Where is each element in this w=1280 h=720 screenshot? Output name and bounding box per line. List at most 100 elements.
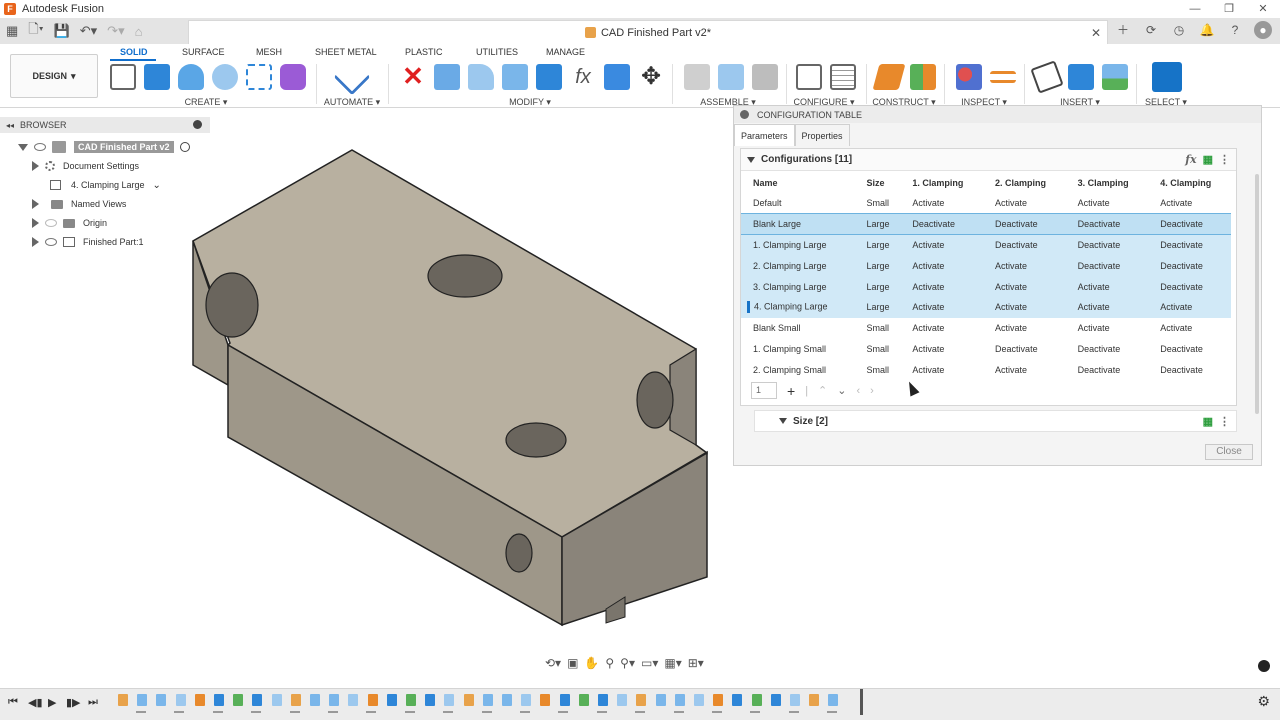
orbit-icon[interactable]: ⟲▾ (545, 656, 561, 670)
dialog-scrollbar[interactable] (1255, 174, 1259, 414)
timeline-feature-icon[interactable] (214, 694, 224, 706)
maximize-icon[interactable]: ❐ (1212, 0, 1246, 18)
tab-parameters[interactable]: Parameters (734, 124, 795, 146)
timeline-feature-icon[interactable] (444, 694, 455, 706)
timeline-feature-icon[interactable] (809, 694, 820, 706)
cell-clamping-1[interactable]: Activate (900, 359, 983, 380)
timeline-feature-icon[interactable] (521, 694, 532, 706)
timeline-feature-icon[interactable] (252, 694, 263, 706)
undo-icon[interactable]: ↶▾ (80, 23, 97, 39)
look-at-icon[interactable]: ▣ (567, 656, 578, 670)
cell-name[interactable]: 1. Clamping Large (741, 234, 855, 256)
cell-clamping-1[interactable]: Activate (900, 193, 983, 214)
cell-name[interactable]: Default (741, 193, 854, 214)
cell-name[interactable]: Blank Large (741, 213, 855, 236)
cell-clamping-1[interactable]: Activate (900, 339, 983, 360)
add-row-icon[interactable]: + (787, 383, 795, 399)
visibility-icon[interactable] (45, 238, 57, 246)
timeline-feature-icon[interactable] (156, 694, 167, 706)
table-row[interactable]: 1. Clamping Small Small Activate Deactiv… (741, 339, 1231, 360)
insert-canvas-icon[interactable] (1102, 64, 1128, 90)
expand-icon[interactable] (32, 237, 39, 247)
cell-clamping-3[interactable]: Deactivate (1066, 339, 1149, 360)
timeline-feature-icon[interactable] (732, 694, 743, 706)
tree-item-named-views[interactable]: Named Views (32, 195, 126, 213)
display-settings-icon[interactable]: ▭▾ (641, 656, 658, 670)
timeline-marker[interactable] (860, 689, 863, 715)
timeline-feature-icon[interactable] (770, 694, 781, 706)
tab-surface[interactable]: SURFACE (182, 47, 225, 57)
part-right-wall[interactable] (669, 347, 697, 447)
cell-clamping-2[interactable]: Activate (983, 318, 1066, 339)
cell-size[interactable]: Large (854, 276, 901, 297)
cell-clamping-1[interactable]: Activate (900, 255, 984, 277)
cell-name[interactable]: 3. Clamping Large (741, 276, 855, 297)
minimize-icon[interactable]: — (1178, 0, 1212, 18)
move-down-icon[interactable]: ⌄ (837, 384, 846, 397)
insert-column-icon[interactable]: ▦ (1203, 153, 1213, 166)
tab-manage[interactable]: MANAGE (546, 47, 585, 57)
close-button[interactable]: Close (1205, 444, 1253, 460)
sync-icon[interactable]: ⟳ (1142, 21, 1160, 39)
tab-solid[interactable]: SOLID (120, 47, 148, 57)
cell-clamping-1[interactable]: Activate (900, 296, 984, 318)
table-row[interactable]: 2. Clamping Small Small Activate Activat… (741, 359, 1231, 380)
cell-name[interactable]: 4. Clamping Large (741, 296, 855, 318)
pattern-icon[interactable] (246, 64, 272, 90)
cell-size[interactable]: Large (854, 234, 901, 256)
timeline-feature-icon[interactable] (348, 694, 359, 706)
comments-icon[interactable] (1258, 660, 1270, 672)
new-tab-icon[interactable]: ＋ (1114, 21, 1132, 39)
tree-item-configuration[interactable]: 4. Clamping Large ⌄ (50, 176, 161, 194)
timeline-feature-icon[interactable] (194, 694, 205, 706)
timeline-feature-icon[interactable] (559, 694, 570, 706)
timeline-settings-icon[interactable]: ⚙ (1257, 693, 1270, 710)
cell-clamping-1[interactable]: Activate (900, 234, 984, 256)
parameters-fx-icon[interactable]: fx (570, 64, 596, 90)
expand-icon[interactable] (18, 143, 28, 151)
pan-icon[interactable]: ✋ (584, 656, 599, 670)
insert-derive-icon[interactable] (1030, 60, 1064, 94)
clock-icon[interactable]: ◷ (1170, 21, 1188, 39)
timeline-feature-icon[interactable] (175, 694, 186, 706)
tab-plastic[interactable]: PLASTIC (405, 47, 443, 57)
grid-settings-icon[interactable]: ▦▾ (664, 656, 681, 670)
last-step-icon[interactable]: ⏭ (88, 696, 98, 709)
workspace-switcher[interactable]: DESIGN ▾ (10, 54, 98, 98)
timeline-feature-icon[interactable] (655, 694, 666, 706)
cell-clamping-2[interactable]: Activate (983, 296, 1066, 318)
left-side-hole[interactable] (205, 272, 259, 338)
cell-clamping-4[interactable]: Deactivate (1148, 234, 1231, 256)
viewports-icon[interactable]: ⊞▾ (688, 656, 704, 670)
timeline-feature-icon[interactable] (425, 694, 436, 706)
avatar[interactable]: ● (1254, 21, 1272, 39)
zoom-icon[interactable]: ⚲ (605, 656, 614, 670)
cell-clamping-4[interactable]: Deactivate (1148, 359, 1231, 380)
automate-icon[interactable] (333, 58, 371, 96)
interference-icon[interactable] (956, 64, 982, 90)
cell-clamping-4[interactable]: Deactivate (1148, 339, 1231, 360)
file-icon[interactable]: 🗋▾ (28, 20, 43, 42)
hole-icon[interactable] (212, 64, 238, 90)
fx-icon[interactable]: fx (1185, 153, 1196, 166)
extrude-icon[interactable] (144, 64, 170, 90)
table-row[interactable]: 3. Clamping Large Large Activate Activat… (741, 276, 1231, 297)
cell-clamping-4[interactable]: Activate (1148, 296, 1231, 318)
part-model[interactable] (180, 145, 720, 635)
configure-icon[interactable] (796, 64, 822, 90)
pin-icon[interactable] (193, 120, 202, 129)
tree-item-document-settings[interactable]: Document Settings (32, 157, 139, 175)
move-left-icon[interactable]: ‹ (856, 385, 860, 397)
timeline-feature-icon[interactable] (118, 694, 128, 706)
as-built-joint-icon[interactable] (752, 64, 778, 90)
column-header[interactable]: 1. Clamping (900, 172, 983, 193)
timeline-feature-icon[interactable] (137, 694, 148, 706)
collapse-section-icon[interactable] (779, 418, 787, 424)
previous-step-icon[interactable]: ◀▮ (28, 696, 43, 709)
revolve-icon[interactable] (178, 64, 204, 90)
tab-properties[interactable]: Properties (794, 124, 850, 146)
delete-icon[interactable]: ✕ (400, 63, 426, 90)
timeline-feature-icon[interactable] (790, 694, 800, 706)
column-header[interactable]: 3. Clamping (1066, 172, 1149, 193)
cell-clamping-3[interactable]: Activate (1065, 296, 1149, 318)
